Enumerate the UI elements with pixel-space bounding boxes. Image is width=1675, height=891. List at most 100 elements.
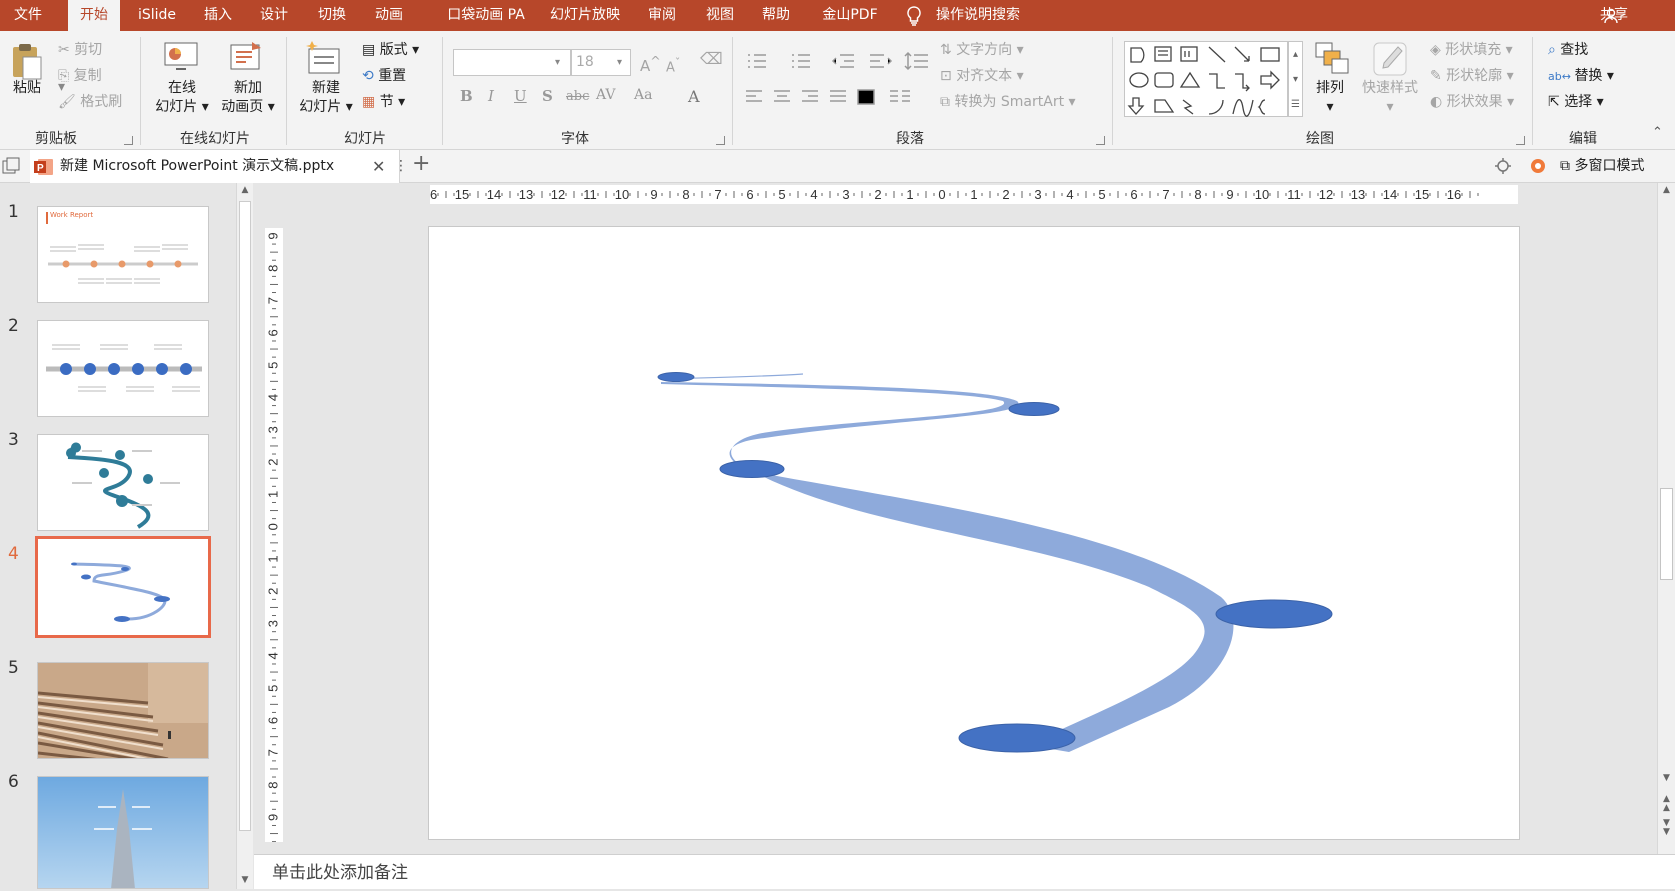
slide-thumbnail-5[interactable] [37, 662, 209, 759]
columns-icon[interactable] [888, 88, 912, 106]
new-tab-icon[interactable]: + [412, 151, 430, 176]
scroll-down-icon[interactable]: ▼ [237, 875, 253, 885]
shape-outline-button[interactable]: ✎ 形状轮廓 ▾ [1430, 66, 1514, 86]
text-direction-button[interactable]: ⇅ 文字方向 ▾ [940, 40, 1024, 60]
tab-islide[interactable]: iSlide [128, 0, 186, 31]
tab-review[interactable]: 审阅 [638, 0, 686, 31]
window-switch-icon[interactable] [2, 157, 20, 175]
underline-button[interactable]: U [514, 87, 527, 105]
tab-file[interactable]: 文件 [0, 0, 56, 31]
slide-canvas[interactable] [428, 226, 1520, 840]
tab-menu-icon[interactable]: ⋮ [394, 150, 408, 183]
font-name-dropdown-icon[interactable]: ▾ [555, 53, 560, 73]
tab-insert[interactable]: 插入 [194, 0, 242, 31]
grow-font-button[interactable]: A^ [640, 51, 661, 76]
group-label-editing: 编辑 [1569, 131, 1597, 147]
shapes-gallery-icons [1127, 46, 1280, 117]
slide-thumbnail-6[interactable] [37, 776, 209, 889]
tab-home[interactable]: 开始 [68, 0, 120, 31]
bold-button[interactable]: B [460, 87, 473, 105]
tab-help[interactable]: 帮助 [752, 0, 800, 31]
thumbnail-scroll-thumb[interactable] [239, 201, 251, 831]
scroll-up-icon[interactable]: ▲ [1658, 185, 1675, 195]
layout-button[interactable]: ▤ 版式 ▾ [362, 40, 419, 60]
slide-thumbnail-1[interactable]: Work Report [37, 206, 209, 303]
canvas-scroll-thumb[interactable] [1660, 488, 1673, 580]
path-node-4[interactable] [1215, 599, 1333, 629]
clipboard-launcher-icon[interactable] [124, 136, 133, 145]
gallery-scroll[interactable]: ▴ ▾ ☰ [1288, 41, 1303, 117]
shape-effects-button[interactable]: ◐ 形状效果 ▾ [1430, 92, 1514, 112]
thumbnail-scrollbar[interactable]: ▲ ▼ [236, 183, 253, 889]
shrink-font-button[interactable]: Aˇ [666, 53, 680, 78]
scroll-up-icon[interactable]: ▲ [237, 185, 253, 195]
path-node-2[interactable] [1008, 402, 1060, 416]
slide-thumbnail-3[interactable] [37, 434, 209, 531]
previous-slide-icon[interactable]: ▲ ▲ [1658, 795, 1675, 813]
tab-transitions[interactable]: 切换 [308, 0, 356, 31]
format-painter-button[interactable]: 🖌 格式刷 [58, 92, 122, 112]
cut-button[interactable]: ✂ 剪切 [58, 40, 102, 60]
tab-slideshow[interactable]: 幻灯片放映 [546, 0, 624, 31]
new-animation-page-button[interactable]: 新加 动画页 ▾ [216, 79, 280, 117]
path-node-1[interactable] [657, 372, 695, 382]
canvas-scrollbar[interactable]: ▲ ▼ ▲ ▲ ▼ ▼ [1657, 183, 1675, 854]
paste-button[interactable]: 粘贴 [8, 79, 46, 98]
share-button[interactable]: 共享 [1600, 0, 1628, 31]
multi-window-button[interactable]: ⧉ 多窗口模式 [1560, 150, 1644, 183]
change-case-button[interactable]: Aa [634, 87, 652, 103]
settings-sparkle-icon[interactable] [1494, 156, 1514, 176]
list-indent-icons[interactable] [744, 51, 909, 71]
collapse-ribbon-icon[interactable]: ⌃ [1652, 123, 1663, 143]
convert-smartart-button[interactable]: ⧉ 转换为 SmartArt ▾ [940, 92, 1076, 112]
paragraph-launcher-icon[interactable] [1096, 136, 1105, 145]
font-name-combobox[interactable] [453, 49, 571, 76]
alignment-icons[interactable] [744, 88, 899, 106]
shape-fill-button[interactable]: ◈ 形状填充 ▾ [1430, 40, 1513, 60]
strikethrough-button[interactable]: abc [566, 89, 589, 104]
close-tab-icon[interactable]: ✕ [372, 150, 385, 183]
arrange-button[interactable]: 排列 ▾ [1306, 79, 1354, 117]
tab-design[interactable]: 设计 [250, 0, 298, 31]
notes-pane[interactable]: 单击此处添加备注 [254, 854, 1675, 889]
select-button[interactable]: ⇱ 选择 ▾ [1548, 92, 1604, 112]
tab-kingsoft-pdf[interactable]: 金山PDF [812, 0, 888, 31]
shapes-gallery[interactable] [1124, 41, 1288, 117]
document-tab[interactable]: P 新建 Microsoft PowerPoint 演示文稿.pptx ✕ ⋮ [30, 150, 408, 183]
online-slides-button[interactable]: 在线 幻灯片 ▾ [150, 79, 214, 117]
reset-button[interactable]: ⟲ 重置 [362, 66, 406, 86]
find-button[interactable]: ⌕ 查找 [1548, 40, 1588, 60]
text-shadow-button[interactable]: S [542, 87, 553, 105]
line-spacing-icon[interactable] [904, 51, 930, 73]
align-text-button[interactable]: ⊡ 对齐文本 ▾ [940, 66, 1024, 86]
slide-thumbnail-2[interactable] [37, 320, 209, 417]
font-color-button[interactable]: A [688, 87, 700, 106]
quick-styles-button[interactable]: 快速样式 ▾ [1356, 79, 1424, 117]
multi-window-label: 多窗口模式 [1574, 158, 1645, 174]
italic-button[interactable]: I [488, 87, 494, 105]
tab-view[interactable]: 视图 [694, 0, 746, 31]
path-node-5[interactable] [958, 723, 1076, 753]
gear-icon[interactable] [1528, 156, 1548, 176]
lightbulb-icon [907, 6, 921, 26]
cursor-icon: ⇱ [1548, 94, 1565, 110]
slide-thumbnail-4[interactable] [35, 536, 211, 638]
tell-me-search[interactable]: 操作说明搜索 [936, 0, 1020, 31]
tab-pocket-animation[interactable]: 口袋动画 PA [432, 0, 540, 31]
shape-effects-label: 形状效果 [1446, 94, 1503, 110]
ruler-tick-label: 4 [810, 187, 817, 202]
char-spacing-button[interactable]: AV [596, 87, 616, 103]
tab-animations[interactable]: 动画 [364, 0, 414, 31]
scroll-down-icon[interactable]: ▼ [1658, 773, 1675, 783]
copy-button[interactable]: ⎘ 复制 [58, 66, 102, 86]
next-slide-icon[interactable]: ▼ ▼ [1658, 819, 1675, 837]
new-slide-button[interactable]: 新建 幻灯片 ▾ [294, 79, 358, 117]
replace-button[interactable]: ab↔ 替换 ▾ [1548, 66, 1614, 87]
font-size-dropdown-icon[interactable]: ▾ [617, 53, 622, 73]
font-launcher-icon[interactable] [716, 136, 725, 145]
drawing-launcher-icon[interactable] [1516, 136, 1525, 145]
section-button[interactable]: ▦ 节 ▾ [362, 92, 405, 112]
winding-path-shape[interactable] [661, 382, 1234, 752]
clear-formatting-icon[interactable]: ⌫ [700, 49, 723, 69]
path-node-3[interactable] [719, 460, 785, 478]
